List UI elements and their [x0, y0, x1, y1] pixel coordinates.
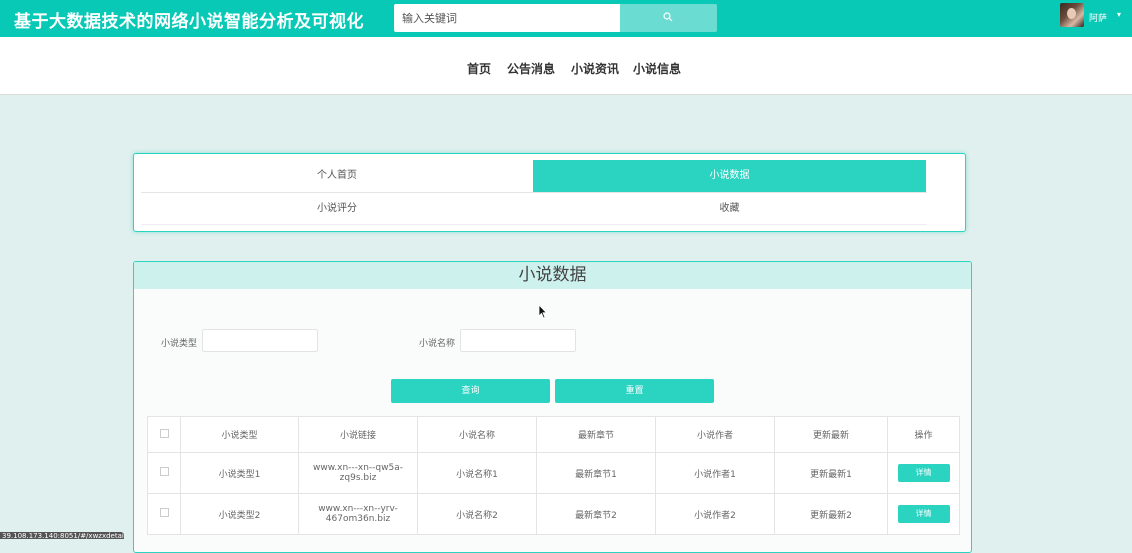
main-nav: 首页 公告消息 小说资讯 小说信息: [0, 37, 1132, 95]
table-cell: www.xn---xn--qw5a-zq9s.biz: [298, 452, 418, 494]
tab-novel-data[interactable]: 小说数据: [533, 160, 926, 192]
table-cell: 小说名称2: [417, 493, 537, 535]
mouse-cursor-icon: [538, 304, 548, 319]
query-button[interactable]: 查询: [391, 379, 550, 403]
user-tab-panel: 个人首页 小说数据 小说评分 收藏: [133, 153, 966, 232]
tab-novel-rating[interactable]: 小说评分: [141, 193, 533, 225]
nav-item-announcements[interactable]: 公告消息: [507, 60, 555, 77]
table-cell: 小说作者1: [655, 452, 775, 494]
detail-button[interactable]: 详情: [897, 464, 950, 482]
table-cell: 最新章节1: [536, 452, 656, 494]
detail-button[interactable]: 详情: [897, 505, 950, 523]
column-header: 操作: [887, 416, 960, 453]
nav-item-home[interactable]: 首页: [467, 60, 491, 77]
action-cell: 详情: [887, 452, 960, 494]
top-bar: 基于大数据技术的网络小说智能分析及可视化 阿萨 ▾: [0, 0, 1132, 37]
table-cell: 小说作者2: [655, 493, 775, 535]
table-cell: 小说名称1: [417, 452, 537, 494]
tab-favorites[interactable]: 收藏: [533, 193, 926, 225]
table-cell: www.xn---xn--yrv-467om36n.biz: [298, 493, 418, 535]
tab-personal-home[interactable]: 个人首页: [141, 160, 533, 192]
table-row: 小说类型2 www.xn---xn--yrv-467om36n.biz 小说名称…: [147, 493, 960, 535]
column-header: 小说作者: [655, 416, 775, 453]
nav-item-novel-news[interactable]: 小说资讯: [571, 60, 619, 77]
column-header: 小说链接: [298, 416, 418, 453]
select-all-checkbox[interactable]: [159, 428, 169, 438]
row-checkbox[interactable]: [159, 467, 169, 476]
table-cell: 更新最新2: [774, 493, 888, 535]
avatar[interactable]: [1060, 3, 1084, 27]
table-row: 小说类型1 www.xn---xn--qw5a-zq9s.biz 小说名称1 最…: [147, 452, 960, 494]
novel-data-panel: 小说数据 小说类型 小说名称 查询 重置 小说类型 小说链接 小说名称 最新章节…: [133, 261, 972, 553]
table-cell: 更新最新1: [774, 452, 888, 494]
table-header-row: 小说类型 小说链接 小说名称 最新章节 小说作者 更新最新 操作: [147, 416, 960, 453]
novel-data-table: 小说类型 小说链接 小说名称 最新章节 小说作者 更新最新 操作 小说类型1 w…: [147, 416, 960, 535]
tab-divider: [141, 224, 927, 225]
site-title: 基于大数据技术的网络小说智能分析及可视化: [14, 12, 364, 32]
column-header: 小说类型: [180, 416, 299, 453]
filter-label-type: 小说类型: [161, 339, 198, 349]
row-checkbox[interactable]: [159, 508, 169, 517]
search-input[interactable]: [394, 4, 620, 32]
row-select-cell[interactable]: [147, 493, 181, 535]
column-header: 最新章节: [536, 416, 656, 453]
username[interactable]: 阿萨: [1089, 11, 1107, 24]
panel-title: 小说数据: [134, 262, 971, 289]
reset-button[interactable]: 重置: [555, 379, 714, 403]
table-cell: 最新章节2: [536, 493, 656, 535]
novel-name-input[interactable]: [460, 329, 576, 352]
action-cell: 详情: [887, 493, 960, 535]
table-cell: 小说类型1: [180, 452, 299, 494]
filter-label-name: 小说名称: [419, 339, 456, 349]
status-bar-url: 39.108.173.140:8051/#/xwzxdetail: [0, 532, 124, 539]
chevron-down-icon[interactable]: ▾: [1117, 10, 1121, 19]
column-header: 小说名称: [417, 416, 537, 453]
table-cell: 小说类型2: [180, 493, 299, 535]
novel-type-input[interactable]: [202, 329, 318, 352]
search-button[interactable]: [620, 4, 717, 32]
search-icon: [663, 12, 673, 22]
column-header: 更新最新: [774, 416, 888, 453]
nav-item-novel-info[interactable]: 小说信息: [633, 60, 681, 77]
select-all-cell[interactable]: [147, 416, 181, 453]
row-select-cell[interactable]: [147, 452, 181, 494]
